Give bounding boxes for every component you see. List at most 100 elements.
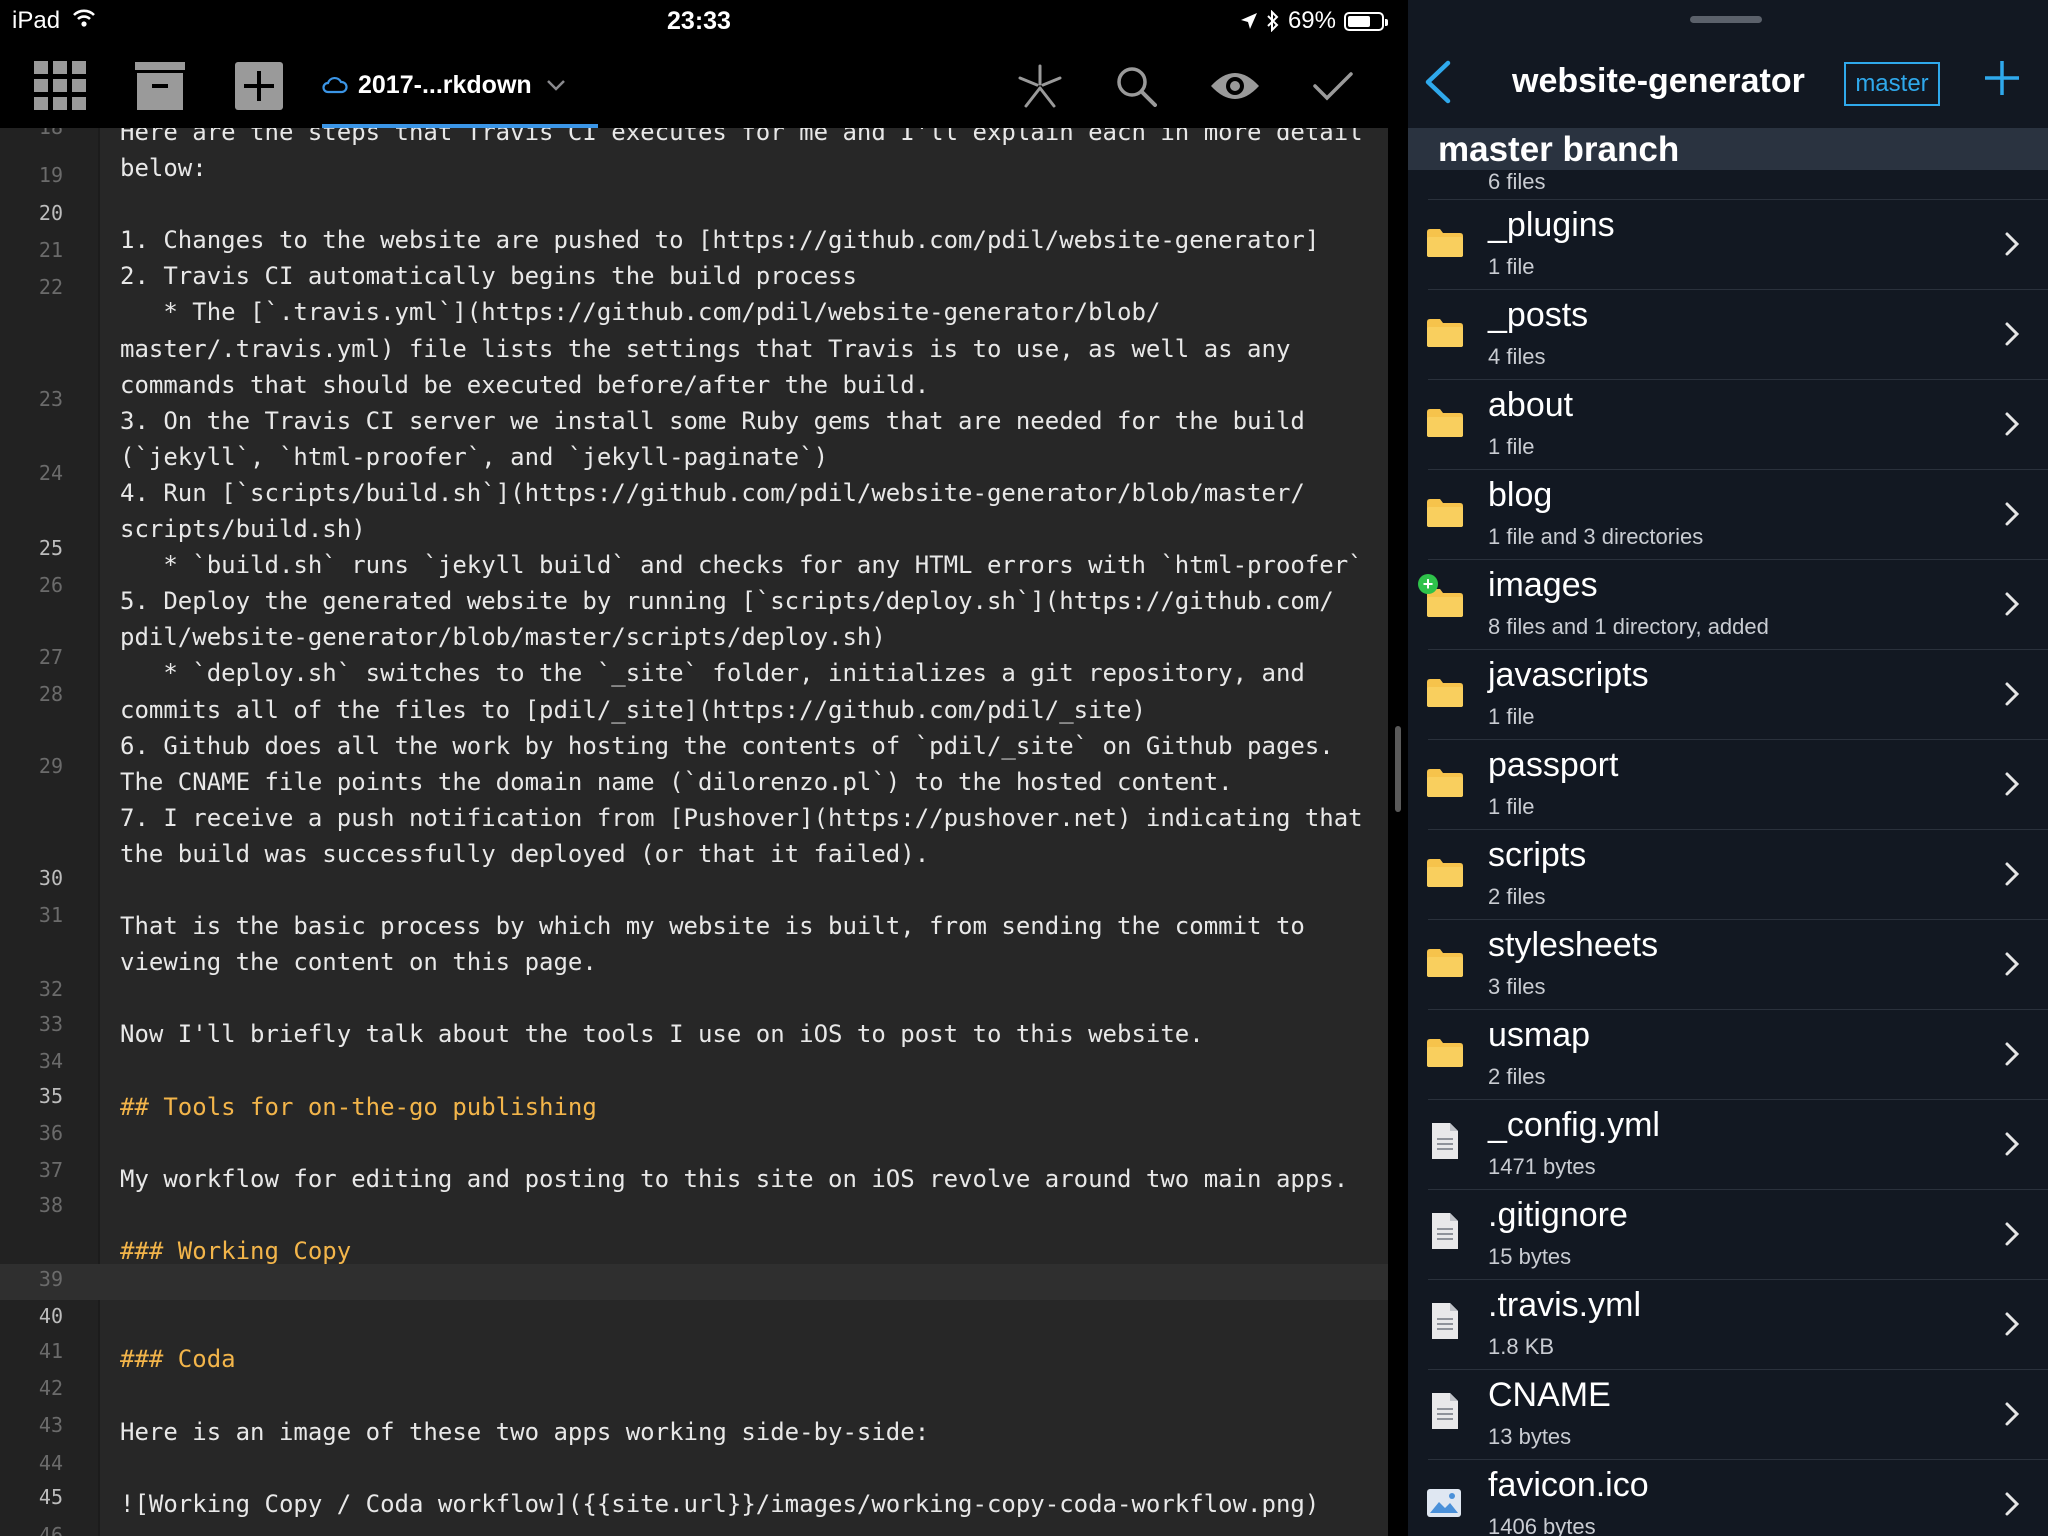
line-number: 36 [38, 1120, 63, 1145]
divider-handle[interactable] [1395, 726, 1401, 812]
line-number: 28 [38, 681, 63, 706]
line-number: 19 [38, 163, 63, 188]
file-icon [1426, 1122, 1464, 1162]
list-item-name: _posts [1488, 296, 1589, 334]
list-item-detail: 8 files and 1 directory, added [1488, 614, 1769, 639]
list-item-name: about [1488, 386, 1574, 424]
search-icon[interactable] [1108, 58, 1164, 114]
line-number: 25 [38, 535, 63, 560]
bluetooth-icon [1266, 10, 1280, 32]
code-line: (`jekyll`, `html-proofer`, and `jekyll-p… [120, 442, 829, 471]
list-item[interactable]: .gitignore 15 bytes [1408, 1190, 2048, 1280]
image-file-icon [1426, 1482, 1464, 1522]
document-tab[interactable]: 2017-...rkdown [322, 42, 598, 128]
slide-over-grabber[interactable] [1690, 16, 1762, 23]
list-item[interactable]: usmap 2 files [1408, 1010, 2048, 1100]
list-item-detail: 15 bytes [1488, 1244, 1572, 1269]
list-item[interactable]: + images 8 files and 1 directory, added [1408, 560, 2048, 650]
split-view-divider[interactable] [1388, 42, 1408, 1536]
list-item[interactable]: _config.yml 1471 bytes [1408, 1100, 2048, 1190]
list-item-name: blog [1488, 476, 1553, 514]
added-badge-icon: + [1418, 574, 1438, 594]
code-line: 4. Run [`scripts/build.sh`](https://gith… [120, 478, 1305, 507]
chevron-right-icon [2004, 411, 2020, 437]
chevron-right-icon [2004, 771, 2020, 797]
line-number: 31 [38, 902, 63, 927]
branch-badge[interactable]: master [1844, 62, 1940, 106]
archive-icon[interactable] [132, 58, 188, 114]
code-line: * The [`.travis.yml`](https://github.com… [120, 298, 1161, 327]
file-icon [1426, 1302, 1464, 1342]
line-number: 45 [38, 1485, 63, 1510]
list-item-detail: 3 files [1488, 974, 1546, 999]
code-line: commands that should be executed before/… [120, 370, 930, 399]
line-number: 21 [38, 237, 63, 262]
list-item[interactable]: _plugins 1 file [1408, 200, 2048, 290]
list-item[interactable]: blog 1 file and 3 directories [1408, 470, 2048, 560]
add-icon[interactable] [1982, 58, 2022, 98]
code-line: the build was successfully deployed (or … [120, 839, 930, 868]
battery-percent: 69% [1287, 7, 1336, 34]
list-item[interactable]: _posts 4 files [1408, 290, 2048, 380]
markdown-heading-line: ### Coda [120, 1345, 236, 1374]
list-item-name: CNAME [1488, 1376, 1611, 1414]
code-line: 3. On the Travis CI server we install so… [120, 406, 1305, 435]
list-item-detail: 1471 bytes [1488, 1154, 1596, 1179]
list-item[interactable]: .travis.yml 1.8 KB [1408, 1280, 2048, 1370]
line-number: 27 [38, 644, 63, 669]
list-item[interactable]: about 1 file [1408, 380, 2048, 470]
list-item[interactable]: javascripts 1 file [1408, 650, 2048, 740]
line-number: 23 [38, 386, 63, 411]
line-number: 37 [38, 1158, 63, 1183]
code-line: pdil/website-generator/blob/master/scrip… [120, 623, 886, 652]
list-item[interactable]: favicon.ico 1406 bytes [1408, 1460, 2048, 1536]
chevron-right-icon [2004, 1401, 2020, 1427]
navigation-bar: website-generator master [1408, 30, 2048, 138]
list-item-name: .gitignore [1488, 1196, 1628, 1234]
list-item-name: images [1488, 566, 1598, 604]
code-line: 6. Github does all the work by hosting t… [120, 731, 1334, 760]
code-line: 7. I receive a push notification from [P… [120, 803, 1363, 832]
battery-icon [1344, 11, 1388, 31]
chevron-right-icon [2004, 861, 2020, 887]
list-item-detail: 2 files [1488, 1064, 1546, 1089]
plus-square-icon[interactable] [231, 58, 287, 114]
line-number: 32 [38, 977, 63, 1002]
line-number: 39 [38, 1267, 63, 1292]
asterisk-icon[interactable] [1012, 58, 1068, 114]
code-line: master/.travis.yml) file lists the setti… [120, 334, 1291, 363]
code-line: 5. Deploy the generated website by runni… [120, 587, 1334, 616]
document-title: 2017-...rkdown [358, 70, 532, 99]
list-item-detail: 4 files [1488, 344, 1546, 369]
list-item-name: _plugins [1488, 206, 1615, 244]
line-number: 35 [38, 1083, 63, 1108]
checkmark-icon[interactable] [1305, 58, 1361, 114]
chevron-right-icon [2004, 1311, 2020, 1337]
clock: 23:33 [667, 7, 731, 35]
line-number: 18 [0, 128, 63, 145]
file-icon [1426, 1392, 1464, 1432]
repository-browser: website-generator master master branch 6… [1408, 0, 2048, 1536]
list-item-detail: 1 file [1488, 704, 1535, 729]
list-item-detail: 6 files [1488, 169, 1546, 194]
code-line: * `build.sh` runs `jekyll build` and che… [120, 551, 1363, 580]
list-item[interactable]: scripts 2 files [1408, 830, 2048, 920]
current-line-highlight [0, 1264, 1388, 1300]
grid-icon[interactable] [32, 58, 88, 114]
chevron-down-icon[interactable] [546, 79, 566, 91]
markdown-editor[interactable]: 18 19 20 21 22 23 24 25 26 27 28 29 30 31 32 33 34 35 36 37… [0, 128, 1388, 1536]
list-item-detail: 1406 bytes [1488, 1514, 1596, 1536]
list-item[interactable]: CNAME 13 bytes [1408, 1370, 2048, 1460]
list-item[interactable]: passport 1 file [1408, 740, 2048, 830]
folder-icon [1426, 222, 1464, 262]
partial-line: Here are the steps that Travis CI execut… [120, 128, 1363, 146]
line-number: 30 [38, 865, 63, 890]
list-item[interactable]: stylesheets 3 files [1408, 920, 2048, 1010]
back-chevron-icon[interactable] [1422, 60, 1452, 104]
section-header: master branch [1408, 128, 2048, 170]
line-number: 41 [38, 1338, 63, 1363]
code-line: Now I'll briefly talk about the tools I … [120, 1020, 1204, 1049]
chevron-right-icon [2004, 1491, 2020, 1517]
eye-icon[interactable] [1207, 58, 1263, 114]
code-line: viewing the content on this page. [120, 948, 597, 977]
